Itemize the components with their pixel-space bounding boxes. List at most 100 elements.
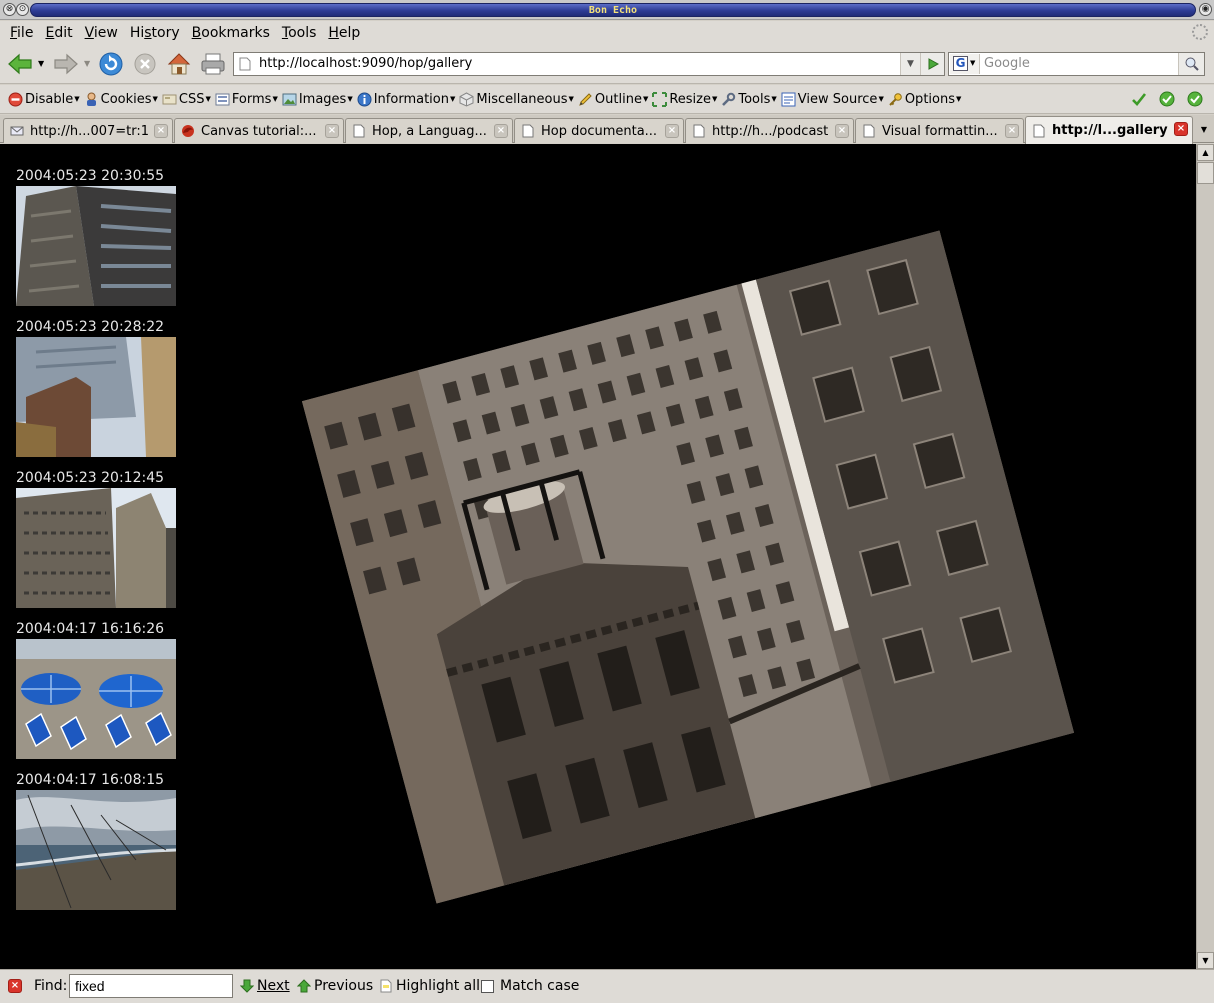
- dev-forms-menu[interactable]: Forms ▼: [215, 92, 278, 107]
- window-shade-icon[interactable]: ⊙: [16, 3, 29, 16]
- thumbnail-image-fishing-shore[interactable]: [15, 790, 177, 910]
- close-tab-icon[interactable]: ×: [325, 124, 339, 138]
- chevron-down-icon: ▼: [970, 59, 976, 67]
- tab-5[interactable]: http://h.../podcast ×: [685, 118, 854, 143]
- search-box[interactable]: G ▼ Google: [948, 52, 1205, 76]
- scroll-down-button[interactable]: ▼: [1197, 952, 1214, 969]
- list-all-tabs-button[interactable]: ▼: [1196, 119, 1212, 141]
- main-photo[interactable]: [284, 196, 1092, 938]
- window-maximize-icon[interactable]: ◉: [1199, 3, 1212, 16]
- menu-history[interactable]: History: [124, 25, 186, 41]
- scroll-up-button[interactable]: ▲: [1197, 144, 1214, 161]
- dev-tools-menu[interactable]: Tools ▼: [721, 92, 777, 107]
- search-engine-selector[interactable]: G ▼: [950, 54, 980, 74]
- dev-resize-menu[interactable]: Resize ▼: [652, 91, 717, 107]
- css-validation-check-icon[interactable]: [1131, 91, 1147, 107]
- scroll-thumb[interactable]: [1197, 162, 1214, 184]
- close-tab-icon[interactable]: ×: [154, 124, 168, 138]
- dev-miscellaneous-menu[interactable]: Miscellaneous ▼: [459, 92, 574, 107]
- reload-icon: [99, 52, 123, 76]
- url-bar[interactable]: http://localhost:9090/hop/gallery ▼: [233, 52, 945, 76]
- find-input[interactable]: [69, 974, 233, 998]
- thumbnail-item[interactable]: 2004:05:23 20:12:45: [16, 468, 176, 612]
- up-arrow-icon: [297, 979, 311, 993]
- highlight-all-button[interactable]: Highlight all: [379, 978, 480, 994]
- thumbnail-timestamp: 2004:04:17 16:08:15: [16, 772, 165, 788]
- dev-cookies-menu[interactable]: Cookies ▼: [84, 92, 158, 107]
- menu-view[interactable]: View: [79, 25, 124, 41]
- dev-disable-menu[interactable]: Disable ▼: [8, 92, 80, 107]
- find-bar: × Find: Next Previous Highlight all Matc…: [0, 969, 1214, 1003]
- forward-button[interactable]: [52, 50, 80, 78]
- window-menu-icon[interactable]: ⊗: [3, 3, 16, 16]
- search-button[interactable]: [1178, 53, 1204, 75]
- reload-button[interactable]: [97, 50, 125, 78]
- thumbnail-timestamp: 2004:05:23 20:28:22: [16, 319, 165, 335]
- tab-label: Canvas tutorial:...: [201, 123, 317, 139]
- menu-help[interactable]: Help: [322, 25, 366, 41]
- thumbnail-image-brick-tower[interactable]: [16, 337, 176, 457]
- thumbnail-item[interactable]: 2004:05:23 20:30:55: [16, 166, 176, 310]
- url-history-dropdown[interactable]: ▼: [900, 53, 920, 75]
- find-label: Find:: [34, 978, 68, 994]
- forward-history-chevron-icon[interactable]: ▼: [84, 59, 90, 68]
- page-icon: [1033, 124, 1045, 137]
- source-icon: [781, 92, 796, 106]
- dev-images-menu[interactable]: Images ▼: [282, 92, 353, 107]
- dev-view-source-menu[interactable]: View Source ▼: [781, 92, 884, 107]
- thumbnail-item[interactable]: 2004:04:17 16:16:26: [16, 619, 176, 763]
- highlight-icon: [380, 979, 392, 993]
- menu-edit[interactable]: Edit: [39, 25, 78, 41]
- page-icon: [863, 124, 875, 138]
- close-tab-icon[interactable]: ×: [665, 124, 679, 138]
- thumbnail-item[interactable]: 2004:05:23 20:28:22: [16, 317, 176, 461]
- page-icon: [522, 124, 534, 138]
- match-case-checkbox[interactable]: Match case: [481, 978, 579, 994]
- search-placeholder: Google: [984, 56, 1030, 71]
- tab-7-active[interactable]: http://l...gallery ×: [1025, 116, 1193, 144]
- home-button[interactable]: [165, 50, 193, 78]
- dev-information-menu[interactable]: Information ▼: [357, 92, 455, 107]
- dev-css-menu[interactable]: CSS ▼: [162, 92, 211, 107]
- tab-6[interactable]: Visual formattin... ×: [855, 118, 1024, 143]
- thumbnail-timestamp: 2004:05:23 20:30:55: [16, 168, 165, 184]
- dev-outline-menu[interactable]: Outline ▼: [578, 92, 648, 107]
- go-arrow-icon: [928, 58, 939, 70]
- thumbnail-item[interactable]: 2004:04:17 16:08:15: [15, 770, 177, 914]
- thumbnail-image-street-buildings[interactable]: [16, 488, 176, 608]
- menu-tools[interactable]: Tools: [276, 25, 323, 41]
- vertical-scrollbar[interactable]: ▲ ▼: [1196, 144, 1214, 969]
- close-tab-icon[interactable]: ×: [1174, 122, 1188, 136]
- tab-2[interactable]: Canvas tutorial:... ×: [174, 118, 344, 143]
- go-button[interactable]: [920, 53, 944, 75]
- stop-button[interactable]: [131, 50, 159, 78]
- wrench-icon: [722, 92, 736, 106]
- back-button[interactable]: [6, 50, 34, 78]
- tab-1[interactable]: http://h...007=tr:1 ×: [3, 118, 173, 143]
- thumbnail-image-buildings[interactable]: [16, 186, 176, 306]
- back-history-chevron-icon[interactable]: ▼: [38, 59, 44, 68]
- tab-label: Hop, a Languag...: [372, 123, 487, 139]
- menu-file[interactable]: File: [4, 25, 39, 41]
- close-tab-icon[interactable]: ×: [1005, 124, 1019, 138]
- key-icon: [889, 92, 902, 106]
- tab-4[interactable]: Hop documenta... ×: [514, 118, 684, 143]
- find-next-button[interactable]: Next: [240, 978, 290, 994]
- window-titlebar: ⊗ ⊙ Bon Echo ◉: [0, 0, 1214, 20]
- accessibility-check-icon[interactable]: [1187, 91, 1203, 107]
- close-findbar-icon[interactable]: ×: [8, 979, 22, 993]
- url-text[interactable]: http://localhost:9090/hop/gallery: [259, 56, 472, 71]
- thumbnail-image-beach-umbrellas[interactable]: [16, 639, 176, 759]
- image-icon: [282, 93, 297, 105]
- menu-bookmarks[interactable]: Bookmarks: [186, 25, 276, 41]
- html-validation-check-icon[interactable]: [1159, 91, 1175, 107]
- thumbnail-timestamp: 2004:04:17 16:16:26: [16, 621, 165, 637]
- dev-options-menu[interactable]: Options ▼: [888, 92, 961, 107]
- checkbox-box[interactable]: [481, 979, 494, 993]
- tab-3[interactable]: Hop, a Languag... ×: [345, 118, 513, 143]
- close-tab-icon[interactable]: ×: [835, 124, 849, 138]
- page-icon: [693, 124, 705, 138]
- close-tab-icon[interactable]: ×: [494, 124, 508, 138]
- print-button[interactable]: [199, 50, 227, 78]
- find-previous-button[interactable]: Previous: [297, 978, 373, 994]
